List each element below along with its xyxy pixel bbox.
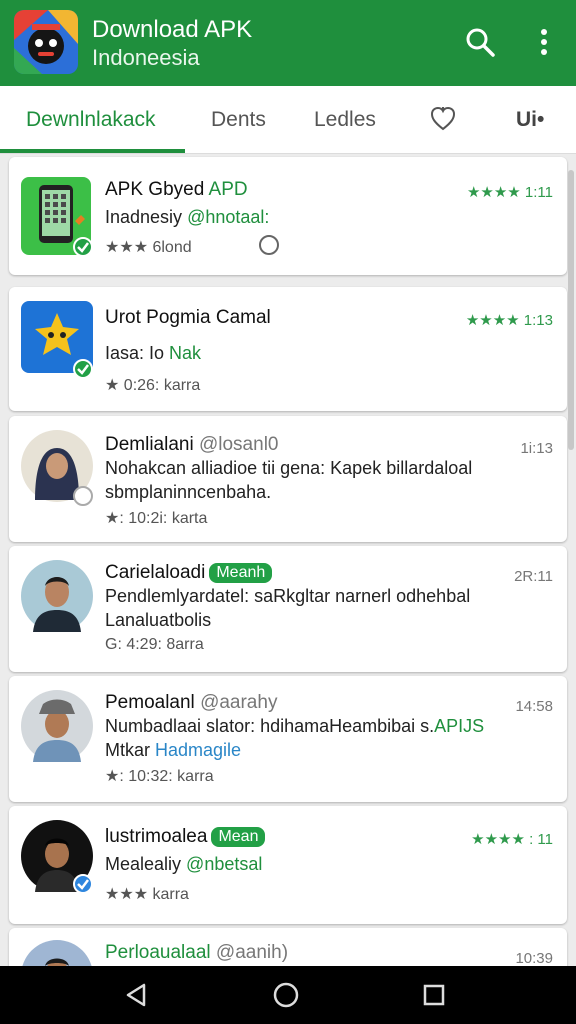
app-title: Download APK	[92, 16, 253, 43]
item-time: 1i:13	[520, 440, 553, 457]
item-rating: ★★★★ 1:13	[465, 312, 553, 329]
verified-icon	[73, 237, 93, 257]
item-title: Pemoalanl @aarahy	[105, 692, 278, 713]
app-logo	[14, 10, 78, 74]
item-subtitle: Mealealiy @nbetsal	[105, 854, 263, 874]
avatar	[21, 560, 93, 632]
item-subtitle: Inadnesiy @hnotaal:	[105, 207, 270, 227]
nav-home-icon[interactable]	[271, 980, 301, 1010]
item-meta: ★: 10:32: karra	[105, 768, 214, 785]
active-tab-indicator	[0, 149, 185, 153]
item-meta: ★: 10:2i: karta	[105, 510, 208, 527]
avatar	[21, 690, 93, 762]
tab-dents[interactable]: Dents	[211, 86, 266, 154]
app-subtitle: Indoneesia	[92, 45, 200, 70]
item-meta: ★★★ 6lond	[105, 239, 192, 256]
emoji-icon[interactable]	[259, 235, 279, 255]
item-message: Numbadlaai slator: hdihamaHeambibai s.AP…	[105, 716, 485, 736]
item-title: Perloaualaal @aanih)	[105, 942, 289, 963]
item-title: Urot Pogmia Camal	[105, 307, 271, 328]
item-title: Demlialani @losanl0	[105, 434, 279, 455]
item-title: lustrimoalea Mean	[105, 826, 266, 848]
item-subtitle: Iasa: Io Nak	[105, 343, 202, 363]
list-item[interactable]: Urot Pogmia Camal ★★★★ 1:13 Iasa: Io Nak…	[9, 287, 567, 411]
nav-back-icon[interactable]	[122, 980, 152, 1010]
scrollbar[interactable]	[568, 170, 574, 450]
list-item[interactable]: Carielaloadi Meanh 2R:11 Pendlemlyardatel…	[9, 546, 567, 672]
item-message-cont: Mtkar Hadmagile	[105, 740, 242, 760]
item-time: 10:39	[515, 950, 553, 967]
item-rating: ★★★★ : 11	[471, 831, 553, 848]
item-meta: ★★★ karra	[105, 886, 189, 903]
list-item[interactable]: Demlialani @losanl0 1i:13 Nohakcan allia…	[9, 416, 567, 542]
tab-ledles[interactable]: Ledles	[314, 86, 376, 154]
status-badge: Mean	[211, 827, 266, 847]
item-message-cont: sbmplaninncenbaha.	[105, 482, 272, 502]
heart-icon[interactable]	[430, 105, 456, 133]
item-message: Pendlemlyardatel: saRkgltar narnerl odhe…	[105, 586, 471, 606]
status-icon	[73, 486, 93, 506]
item-time: 2R:11	[514, 568, 553, 585]
item-rating: ★★★★ 1:11	[466, 184, 553, 201]
item-title: APK Gbyed APD	[105, 179, 248, 200]
app-bar: Download APK Indoneesia	[0, 0, 576, 86]
item-meta: G: 4:29: 8arra	[105, 636, 204, 653]
tab-more[interactable]: Ui•	[516, 86, 544, 154]
item-message-cont: Lanaluatbolis	[105, 610, 212, 630]
item-meta: ★ 0:26: karra	[105, 377, 201, 394]
item-title: Carielaloadi Meanh	[105, 562, 273, 584]
more-vert-icon[interactable]	[530, 26, 558, 58]
tab-bar: Dewnlnlakack Dents Ledles	[0, 86, 576, 154]
tab-download[interactable]: Dewnlnlakack	[26, 86, 156, 154]
system-nav-bar	[0, 966, 576, 1024]
search-icon[interactable]	[464, 26, 496, 58]
list-item[interactable]: lustrimoalea Mean ★★★★ : 11 Mealealiy @nb…	[9, 806, 567, 924]
item-time: 14:58	[515, 698, 553, 715]
nav-recents-icon[interactable]	[419, 980, 449, 1010]
list-item[interactable]: APK Gbyed APD ★★★★ 1:11 Inadnesiy @hnota…	[9, 157, 567, 275]
list-item[interactable]: Pemoalanl @aarahy 14:58 Numbadlaai slato…	[9, 676, 567, 802]
item-message: Nohakcan alliadioe tii gena: Kapek billa…	[105, 458, 473, 478]
status-badge: Meanh	[209, 563, 273, 583]
verified-icon	[73, 359, 93, 379]
verified-icon	[73, 874, 93, 894]
